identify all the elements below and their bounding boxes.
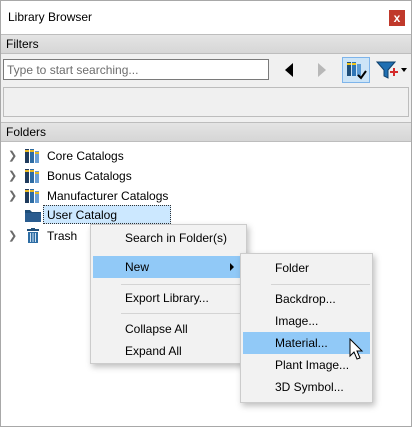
filters-panel — [1, 54, 411, 122]
chevron-right-icon[interactable]: ❯ — [8, 146, 18, 166]
submenu-arrow-icon — [230, 263, 234, 271]
chevron-right-icon[interactable]: ❯ — [8, 226, 18, 246]
active-filters-bar — [3, 87, 409, 117]
tree-item-user-catalog[interactable]: ❯ User Catalog — [1, 205, 301, 225]
submenu-item-3d-symbol[interactable]: 3D Symbol... — [243, 376, 370, 398]
submenu-item-folder[interactable]: Folder — [243, 257, 370, 279]
catalog-books-icon — [24, 188, 42, 204]
menu-item-collapse-all[interactable]: Collapse All — [93, 318, 244, 340]
window-title: Library Browser — [8, 10, 93, 24]
menu-item-expand-all[interactable]: Expand All — [93, 340, 244, 362]
trash-icon — [24, 228, 42, 244]
menu-separator — [121, 284, 244, 285]
title-bar: Library Browser x — [1, 1, 411, 33]
chevron-right-icon[interactable]: ❯ — [8, 186, 18, 206]
close-button[interactable]: x — [389, 10, 405, 26]
filter-add-icon — [376, 61, 407, 79]
previous-button[interactable] — [278, 59, 300, 81]
tree-item-label: Trash — [47, 229, 78, 243]
filter-button[interactable] — [375, 59, 409, 81]
mouse-cursor-icon — [349, 338, 364, 360]
previous-icon — [285, 63, 293, 77]
catalog-books-icon — [24, 148, 42, 164]
menu-separator — [121, 313, 244, 314]
menu-item-new-label: New — [125, 260, 150, 274]
menu-item-new[interactable]: New — [93, 256, 244, 278]
catalog-books-icon — [24, 168, 42, 184]
tree-item-core-catalogs[interactable]: ❯ Core Catalogs — [1, 146, 301, 166]
chevron-right-icon[interactable]: ❯ — [8, 166, 18, 186]
submenu-item-image[interactable]: Image... — [243, 310, 370, 332]
folder-icon — [24, 207, 42, 223]
new-submenu: Folder Backdrop... Image... Material... … — [240, 253, 373, 403]
close-icon: x — [393, 11, 401, 25]
tree-item-label: Bonus Catalogs — [47, 169, 132, 183]
catalog-view-button[interactable] — [342, 57, 370, 83]
next-button[interactable] — [311, 59, 333, 81]
context-menu: Search in Folder(s) New Export Library..… — [90, 224, 247, 364]
menu-item-export-library[interactable]: Export Library... — [93, 287, 244, 309]
filters-header-label: Filters — [6, 37, 39, 51]
tree-item-label: Core Catalogs — [47, 149, 124, 163]
folders-header[interactable]: Folders — [1, 122, 411, 142]
catalog-view-icon — [347, 62, 367, 80]
submenu-item-backdrop[interactable]: Backdrop... — [243, 288, 370, 310]
next-icon — [318, 63, 326, 77]
tree-item-manufacturer-catalogs[interactable]: ❯ Manufacturer Catalogs — [1, 186, 301, 206]
tree-item-bonus-catalogs[interactable]: ❯ Bonus Catalogs — [1, 166, 301, 186]
menu-separator — [271, 284, 370, 285]
menu-item-search-in-folders[interactable]: Search in Folder(s) — [93, 227, 244, 249]
search-input[interactable] — [3, 59, 269, 80]
folders-header-label: Folders — [6, 125, 47, 139]
tree-item-label: User Catalog — [47, 208, 118, 222]
filters-header[interactable]: Filters — [1, 34, 411, 54]
tree-item-label: Manufacturer Catalogs — [47, 189, 169, 203]
